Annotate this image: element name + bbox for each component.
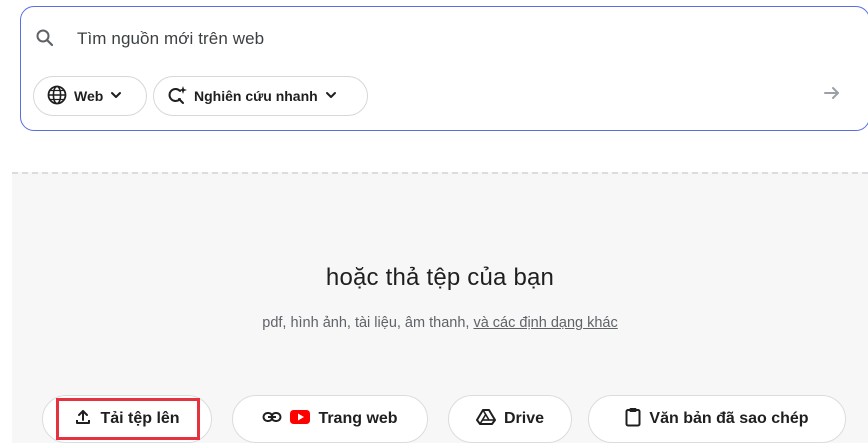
more-formats-link[interactable]: và các định dạng khác: [473, 315, 617, 331]
web-chip-label: Web: [74, 88, 104, 104]
web-source-dropdown[interactable]: Web: [33, 76, 147, 116]
clipboard-icon: [625, 407, 641, 432]
search-card: Tìm nguồn mới trên web Web Nghiên cứu nh…: [20, 6, 868, 131]
drop-zone-subtitle: pdf, hình ảnh, tài liệu, âm thanh, và cá…: [12, 315, 868, 331]
drive-source-button[interactable]: Drive: [448, 395, 572, 443]
research-chip-label: Nghiên cứu nhanh: [194, 88, 318, 104]
upload-icon: [74, 408, 92, 431]
sparkle-search-icon: [166, 84, 188, 109]
arrow-right-icon: [822, 83, 842, 108]
paste-text-label: Văn bản đã sao chép: [649, 410, 809, 427]
paste-text-button[interactable]: Văn bản đã sao chép: [588, 395, 846, 443]
upload-file-label: Tải tệp lên: [100, 410, 180, 427]
link-icon: [262, 410, 282, 429]
globe-icon: [46, 84, 68, 109]
chevron-down-icon: [324, 88, 338, 105]
search-icon: [35, 28, 55, 48]
search-input[interactable]: Tìm nguồn mới trên web: [77, 29, 264, 49]
research-mode-dropdown[interactable]: Nghiên cứu nhanh: [153, 76, 368, 116]
youtube-icon: [290, 409, 311, 429]
drive-icon: [475, 408, 496, 431]
supported-formats-text: pdf, hình ảnh, tài liệu, âm thanh,: [262, 315, 474, 331]
file-drop-zone[interactable]: hoặc thả tệp của bạn pdf, hình ảnh, tài …: [12, 172, 868, 443]
drive-source-label: Drive: [503, 410, 545, 427]
chevron-down-icon: [109, 88, 123, 105]
website-source-button[interactable]: Trang web: [232, 395, 428, 443]
drop-zone-title: hoặc thả tệp của bạn: [325, 264, 555, 291]
upload-file-button[interactable]: Tải tệp lên: [42, 395, 212, 443]
website-source-label: Trang web: [318, 410, 398, 427]
submit-button[interactable]: [817, 80, 847, 110]
